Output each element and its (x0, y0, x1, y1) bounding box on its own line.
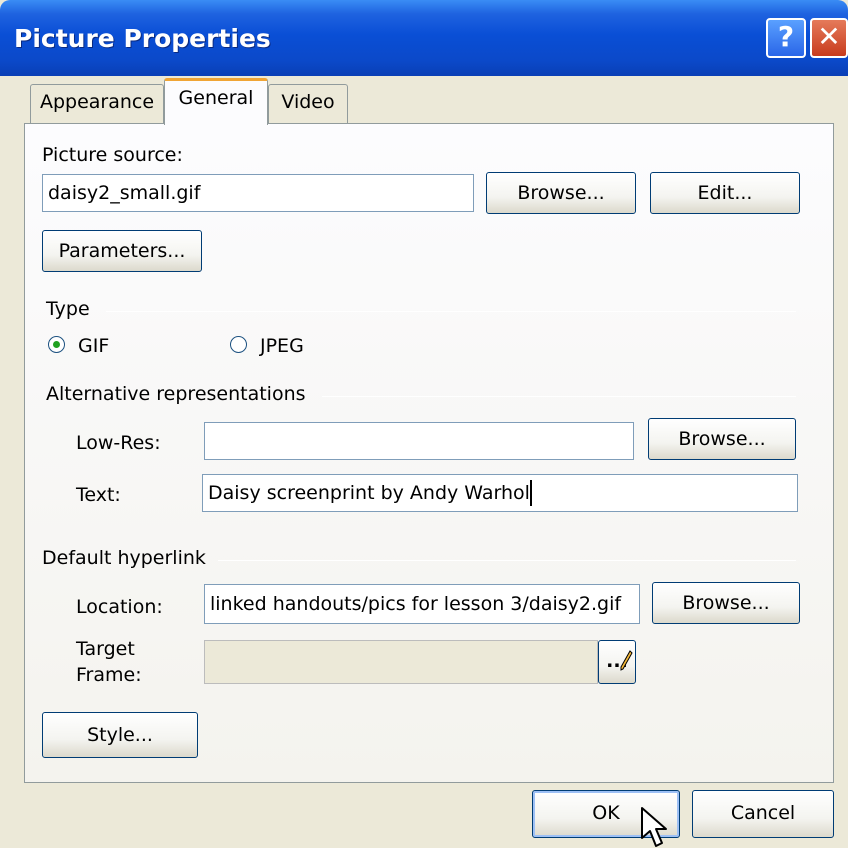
jpeg-radio-label[interactable]: JPEG (260, 335, 304, 357)
alt-text-label: Text: (76, 484, 121, 506)
location-input[interactable]: linked handouts/pics for lesson 3/daisy2… (204, 584, 640, 624)
tab-appearance[interactable]: Appearance (30, 84, 164, 124)
alt-text-value: Daisy screenprint by Andy Warhol (208, 482, 530, 504)
lowres-label: Low-Res: (76, 432, 161, 454)
lowres-input[interactable] (204, 422, 634, 460)
close-button[interactable]: ✕ (810, 18, 848, 58)
gif-radio[interactable] (48, 336, 65, 353)
location-browse-button[interactable]: Browse... (652, 582, 800, 624)
alternative-group-divider (322, 396, 796, 397)
tab-video[interactable]: Video (268, 84, 348, 124)
picture-source-label: Picture source: (42, 144, 183, 166)
cancel-button[interactable]: Cancel (692, 790, 834, 838)
type-group-divider (106, 311, 796, 312)
title-bar[interactable]: Picture Properties ? ✕ (0, 0, 848, 76)
jpeg-radio[interactable] (230, 336, 247, 353)
target-frame-label-line1: Target (76, 638, 135, 660)
alt-text-input[interactable]: Daisy screenprint by Andy Warhol (202, 474, 798, 512)
mouse-pointer-icon (641, 807, 667, 847)
tab-appearance-label: Appearance (39, 91, 155, 113)
pencil-icon (620, 650, 633, 671)
edit-button[interactable]: Edit... (650, 172, 800, 214)
picture-source-input[interactable]: daisy2_small.gif (42, 174, 474, 212)
help-button[interactable]: ? (766, 18, 806, 58)
tab-general-label: General (178, 87, 254, 109)
gif-radio-label[interactable]: GIF (78, 335, 109, 357)
parameters-button[interactable]: Parameters... (42, 230, 202, 272)
window-title: Picture Properties (14, 24, 271, 53)
target-frame-label-line2: Frame: (76, 664, 142, 686)
target-frame-input[interactable] (204, 640, 598, 684)
tab-video-label: Video (281, 91, 335, 113)
picture-source-browse-button[interactable]: Browse... (486, 172, 636, 214)
hyperlink-group-divider (218, 560, 796, 561)
tab-general[interactable]: General (164, 78, 268, 125)
target-frame-picker-button[interactable]: ... (598, 640, 636, 684)
location-label: Location: (76, 596, 163, 618)
alternative-group-label: Alternative representations (46, 383, 306, 405)
style-button[interactable]: Style... (42, 712, 198, 758)
lowres-browse-button[interactable]: Browse... (648, 418, 796, 460)
type-group-label: Type (46, 298, 90, 320)
hyperlink-group-label: Default hyperlink (42, 547, 206, 569)
text-cursor (529, 480, 532, 506)
